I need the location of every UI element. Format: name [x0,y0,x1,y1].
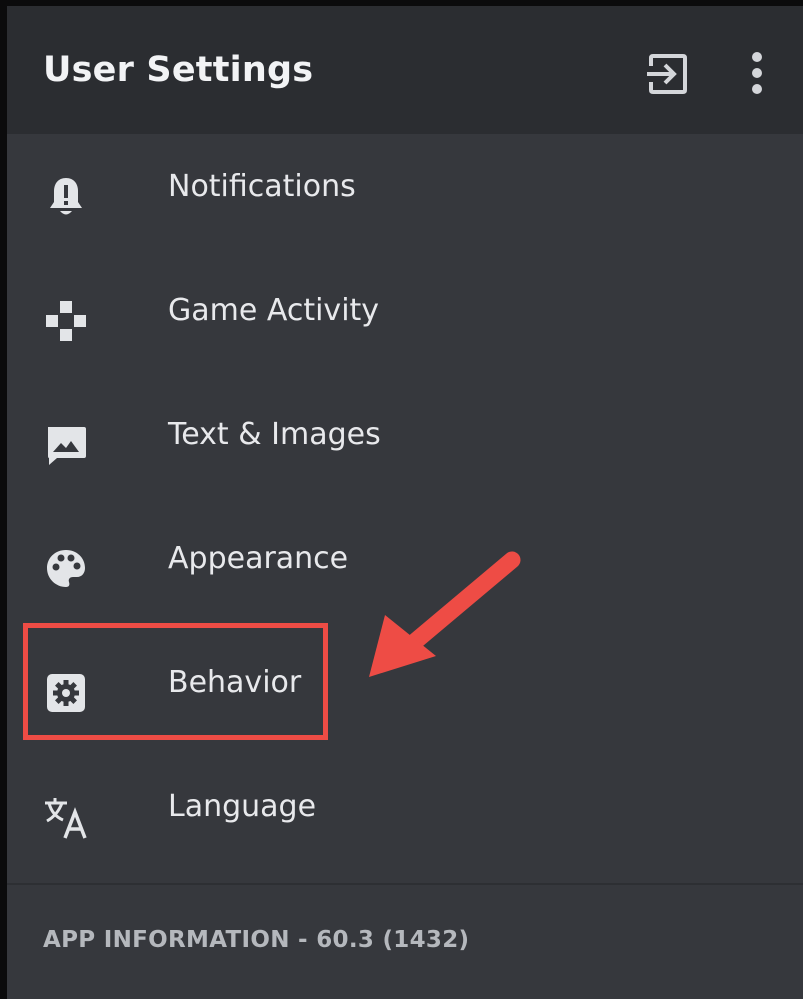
logout-icon[interactable] [645,52,689,96]
menu-item-notifications[interactable]: Notifications [7,134,803,258]
menu-item-label: Game Activity [168,293,380,328]
menu-item-label: Appearance [168,541,349,576]
menu-item-appearance[interactable]: Appearance [7,506,803,630]
settings-menu: Notifications Game Activity Text & Image… [7,134,803,878]
more-vertical-icon[interactable] [747,50,767,96]
header-bar: User Settings [7,6,803,134]
translate-icon [43,794,89,840]
settings-screen: User Settings Notifications Game Activit… [0,0,803,999]
menu-item-label: Notifications [168,169,356,204]
settings-gear-icon [43,670,89,716]
menu-item-label: Language [168,789,317,824]
section-divider [7,883,803,885]
menu-item-behavior[interactable]: Behavior [7,630,803,754]
bell-icon [43,174,89,220]
gamepad-icon [43,298,89,344]
app-information-label: APP INFORMATION - 60.3 (1432) [43,927,470,953]
palette-icon [43,546,89,592]
image-icon [43,422,89,468]
page-title: User Settings [43,50,314,90]
menu-item-text-images[interactable]: Text & Images [7,382,803,506]
menu-item-label: Behavior [168,665,302,700]
menu-item-label: Text & Images [168,417,381,452]
menu-item-language[interactable]: Language [7,754,803,878]
menu-item-game-activity[interactable]: Game Activity [7,258,803,382]
